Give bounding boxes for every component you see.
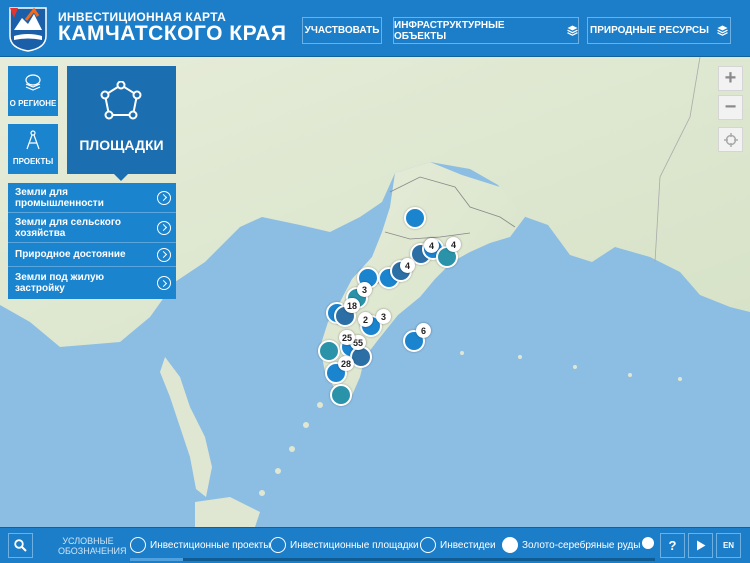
tile-sites[interactable]: ПЛОЩАДКИ <box>67 66 176 181</box>
cluster-count[interactable]: 18 <box>344 298 361 313</box>
legend-label: Инвестидеи <box>440 539 496 551</box>
tile-region[interactable]: О РЕГИОНЕ <box>8 66 58 116</box>
sites-network-icon <box>270 537 286 553</box>
natural-resources-button[interactable]: ПРИРОДНЫЕ РЕСУРСЫ <box>587 17 731 44</box>
menu-item-industry-land[interactable]: Земли для промышленности <box>8 183 176 213</box>
legend-more[interactable] <box>642 537 654 549</box>
person-icon <box>130 537 146 553</box>
sites-menu: Земли для промышленности Земли для сельс… <box>8 183 176 299</box>
layers-icon <box>567 25 578 36</box>
tile-projects[interactable]: ПРОЕКТЫ <box>8 124 58 174</box>
cluster-count[interactable]: 6 <box>416 323 431 338</box>
search-icon <box>14 539 27 552</box>
menu-item-label: Земли для промышленности <box>15 186 104 209</box>
infrastructure-button[interactable]: ИНФРАСТРУКТУРНЫЕ ОБЪЕКТЫ <box>393 17 579 44</box>
cluster-count[interactable]: 3 <box>357 282 372 297</box>
legend-investment-sites[interactable]: Инвестиционные площадки <box>270 537 419 553</box>
layers-icon <box>717 25 728 36</box>
legend-investment-ideas[interactable]: Инвестидеи <box>420 537 496 553</box>
tile-sites-label: ПЛОЩАДКИ <box>79 137 164 153</box>
menu-item-label: Земли под жилую застройку <box>15 272 105 294</box>
chevron-right-icon <box>157 247 171 262</box>
ore-icon <box>502 537 518 553</box>
menu-item-agricultural-land[interactable]: Земли для сельского хозяйства <box>8 213 176 243</box>
legend-gold-silver-ores[interactable]: Золото-серебряные руды <box>502 537 640 553</box>
participate-button[interactable]: УЧАСТВОВАТЬ <box>302 17 382 44</box>
chevron-right-icon <box>157 190 171 205</box>
menu-item-residential-land[interactable]: Земли под жилую застройку <box>8 267 176 299</box>
play-button[interactable] <box>688 533 713 558</box>
zoom-out-button[interactable]: − <box>718 95 743 120</box>
natural-resources-label: ПРИРОДНЫЕ РЕСУРСЫ <box>590 25 709 36</box>
legend-label: Золото-серебряные руды <box>522 539 641 551</box>
selected-indicator <box>114 174 128 181</box>
legend-investment-projects[interactable]: Инвестиционные проекты <box>130 537 270 553</box>
app-header: ИНВЕСТИЦИОННАЯ КАРТА КАМЧАТСКОГО КРАЯ УЧ… <box>0 0 750 57</box>
legend-title: УСЛОВНЫЕ ОБОЗНАЧЕНИЯ <box>58 536 127 556</box>
help-button[interactable]: ? <box>660 533 685 558</box>
cluster-count[interactable]: 2 <box>358 312 373 327</box>
investment-site-marker[interactable] <box>404 207 426 229</box>
locate-button[interactable] <box>718 127 743 152</box>
crosshair-icon <box>723 132 738 147</box>
zoom-in-button[interactable]: + <box>718 66 743 91</box>
legend-scrollbar-thumb[interactable] <box>130 558 183 561</box>
cluster-count[interactable]: 28 <box>338 356 355 371</box>
cluster-count[interactable]: 4 <box>446 237 461 252</box>
play-icon <box>696 540 705 551</box>
cluster-count[interactable]: 4 <box>400 258 415 273</box>
menu-item-label: Природное достояние <box>15 249 126 260</box>
legend-scrollbar[interactable] <box>130 558 655 561</box>
participate-label: УЧАСТВОВАТЬ <box>304 25 380 36</box>
infrastructure-label: ИНФРАСТРУКТУРНЫЕ ОБЪЕКТЫ <box>394 19 505 42</box>
chevron-right-icon <box>157 220 171 235</box>
sites-network-icon <box>100 81 142 120</box>
lightbulb-icon <box>420 537 436 553</box>
legend-label: Инвестиционные проекты <box>150 539 271 551</box>
chevron-right-icon <box>157 276 171 290</box>
cluster-count[interactable]: 4 <box>424 238 439 253</box>
legend-bar: УСЛОВНЫЕ ОБОЗНАЧЕНИЯ Инвестиционные прое… <box>0 527 750 563</box>
compass-icon <box>26 130 40 150</box>
search-button[interactable] <box>8 533 33 558</box>
language-button[interactable]: EN <box>716 533 741 558</box>
app-title: КАМЧАТСКОГО КРАЯ <box>58 22 287 45</box>
ore-icon <box>642 537 654 549</box>
book-icon <box>25 74 41 91</box>
investment-project-marker[interactable] <box>330 384 352 406</box>
menu-item-natural-heritage[interactable]: Природное достояние <box>8 243 176 267</box>
kamchatka-emblem-icon <box>9 7 47 52</box>
tile-region-label: О РЕГИОНЕ <box>9 99 57 108</box>
legend-label: Инвестиционные площадки <box>290 539 419 551</box>
tile-projects-label: ПРОЕКТЫ <box>12 157 54 166</box>
cluster-count[interactable]: 25 <box>339 330 356 345</box>
menu-item-label: Земли для сельского хозяйства <box>15 216 121 239</box>
investment-project-marker[interactable] <box>318 340 340 362</box>
cluster-count[interactable]: 3 <box>376 309 391 324</box>
